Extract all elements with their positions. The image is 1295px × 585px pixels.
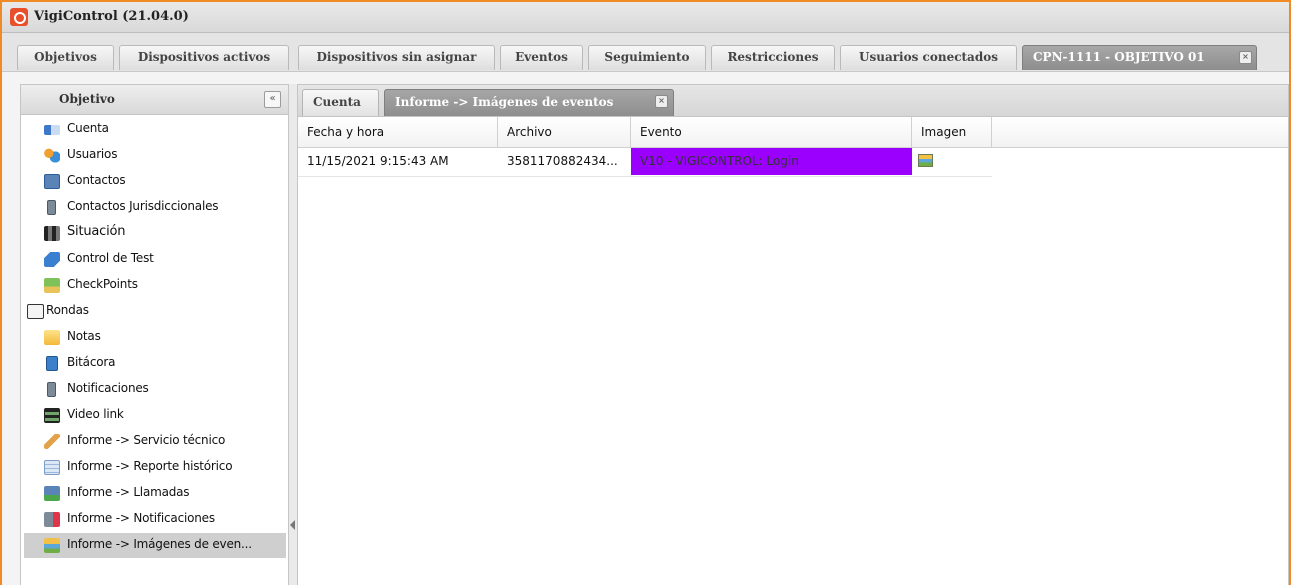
app-logo-icon [10, 8, 28, 26]
objetivo-panel-title: Objetivo [59, 92, 115, 106]
sidebar-item-video-link[interactable]: Video link [24, 403, 286, 428]
column-header-evento[interactable]: Evento [631, 117, 912, 147]
content-panel: Cuenta Informe -> Imágenes de eventos × … [297, 84, 1289, 585]
log-book-icon [46, 356, 58, 371]
account-card-icon [44, 125, 60, 135]
app-title: VigiControl (21.04.0) [34, 9, 189, 24]
sidebar-item-notas[interactable]: Notas [24, 325, 286, 350]
test-icon [44, 252, 60, 267]
sidebar-item-contactos-jurisdiccionales[interactable]: Contactos Jurisdiccionales [24, 195, 286, 220]
map-checkpoints-icon [44, 278, 60, 293]
sidebar-item-label: Situación [67, 224, 126, 239]
users-icon [44, 148, 60, 163]
notes-icon [44, 330, 60, 345]
column-header-archivo[interactable]: Archivo [498, 117, 631, 147]
cell-evento: V10 - VIGICONTROL: Login [631, 148, 912, 175]
column-header-imagen[interactable]: Imagen [912, 117, 992, 147]
table-row[interactable]: 11/15/2021 9:15:43 AM 3581170882434... V… [298, 148, 992, 177]
sidebar-item-label: Usuarios [67, 147, 118, 161]
image-icon[interactable] [918, 154, 933, 167]
sub-tab-bar: Cuenta Informe -> Imágenes de eventos × [298, 85, 1288, 117]
collapse-panel-icon[interactable]: « [264, 91, 281, 108]
sidebar-item-label: Informe -> Imágenes de even... [67, 537, 252, 551]
main-tab-bar: Objetivos Dispositivos activos Dispositi… [2, 33, 1289, 72]
close-subtab-icon[interactable]: × [655, 95, 668, 108]
column-header-fecha[interactable]: Fecha y hora [298, 117, 498, 147]
sidebar-item-label: Contactos Jurisdiccionales [67, 199, 219, 213]
map-rounds-icon [27, 304, 44, 319]
subtab-informe-imagenes[interactable]: Informe -> Imágenes de eventos [384, 89, 674, 116]
tab-eventos[interactable]: Eventos [500, 45, 583, 70]
sidebar-item-checkpoints[interactable]: CheckPoints [24, 273, 286, 298]
cell-fecha: 11/15/2021 9:15:43 AM [307, 154, 449, 168]
objetivo-panel: Objetivo « Cuenta Usuarios Contactos Con… [20, 84, 289, 585]
sidebar-item-bitacora[interactable]: Bitácora [24, 351, 286, 376]
images-report-icon [44, 538, 60, 553]
report-icon [44, 460, 60, 475]
sidebar-item-label: Contactos [67, 173, 126, 187]
sidebar-item-label: Cuenta [67, 121, 109, 135]
sidebar-item-label: Informe -> Llamadas [67, 485, 190, 499]
sidebar-item-label: Rondas [46, 303, 89, 317]
sidebar-item-informe-notificaciones[interactable]: Informe -> Notificaciones [24, 507, 286, 532]
panel-splitter[interactable] [289, 84, 297, 585]
sidebar-item-control-de-test[interactable]: Control de Test [24, 247, 286, 272]
tab-dispositivos-sin-asignar[interactable]: Dispositivos sin asignar [298, 45, 495, 70]
tab-seguimiento[interactable]: Seguimiento [588, 45, 706, 70]
sidebar-item-label: Notas [67, 329, 101, 343]
sidebar-item-notificaciones[interactable]: Notificaciones [24, 377, 286, 402]
objetivo-panel-header: Objetivo « [21, 85, 288, 115]
title-bar: VigiControl (21.04.0) [2, 2, 1289, 33]
binoculars-icon [44, 226, 60, 241]
sidebar-item-informe-servicio-tecnico[interactable]: Informe -> Servicio técnico [24, 429, 286, 454]
notification-report-icon [44, 512, 60, 527]
grid-header: Fecha y hora Archivo Evento Imagen [298, 117, 1288, 148]
sidebar-item-label: Informe -> Reporte histórico [67, 459, 233, 473]
close-tab-icon[interactable]: × [1239, 51, 1252, 64]
film-icon [44, 408, 60, 423]
wrench-icon [44, 434, 60, 449]
sidebar-item-contactos[interactable]: Contactos [24, 169, 286, 194]
phone-icon [44, 174, 60, 189]
sidebar-item-label: Video link [67, 407, 124, 421]
tab-restricciones[interactable]: Restricciones [711, 45, 835, 70]
mobile-phone-icon [47, 200, 56, 215]
cell-imagen [912, 148, 992, 175]
sidebar-item-label: Bitácora [67, 355, 116, 369]
subtab-informe-imagenes-label: Informe -> Imágenes de eventos [395, 95, 614, 109]
sidebar-item-informe-llamadas[interactable]: Informe -> Llamadas [24, 481, 286, 506]
sidebar-item-rondas[interactable]: Rondas [24, 299, 286, 324]
sidebar-item-informe-imagenes[interactable]: Informe -> Imágenes de even... [24, 533, 286, 558]
cell-archivo: 3581170882434... [507, 154, 618, 168]
call-report-icon [44, 486, 60, 501]
tab-cpn-objetivo[interactable]: CPN-1111 - OBJETIVO 01 [1022, 45, 1257, 70]
sidebar-item-label: Notificaciones [67, 381, 149, 395]
sidebar-item-label: Control de Test [67, 251, 154, 265]
sidebar-item-label: Informe -> Servicio técnico [67, 433, 226, 447]
mobile-phone-icon [47, 382, 56, 397]
splitter-arrow-icon[interactable] [290, 520, 295, 530]
tab-cpn-objetivo-label: CPN-1111 - OBJETIVO 01 [1033, 50, 1205, 64]
tab-objetivos[interactable]: Objetivos [17, 45, 114, 70]
sidebar-item-situacion[interactable]: Situación [24, 221, 286, 246]
sidebar-item-usuarios[interactable]: Usuarios [24, 143, 286, 168]
tab-dispositivos-activos[interactable]: Dispositivos activos [119, 45, 289, 70]
sidebar-item-cuenta[interactable]: Cuenta [24, 117, 286, 142]
tab-usuarios-conectados[interactable]: Usuarios conectados [840, 45, 1017, 70]
sidebar-item-label: CheckPoints [67, 277, 138, 291]
sidebar-item-informe-reporte-historico[interactable]: Informe -> Reporte histórico [24, 455, 286, 480]
sidebar-item-label: Informe -> Notificaciones [67, 511, 215, 525]
subtab-cuenta[interactable]: Cuenta [302, 89, 379, 116]
